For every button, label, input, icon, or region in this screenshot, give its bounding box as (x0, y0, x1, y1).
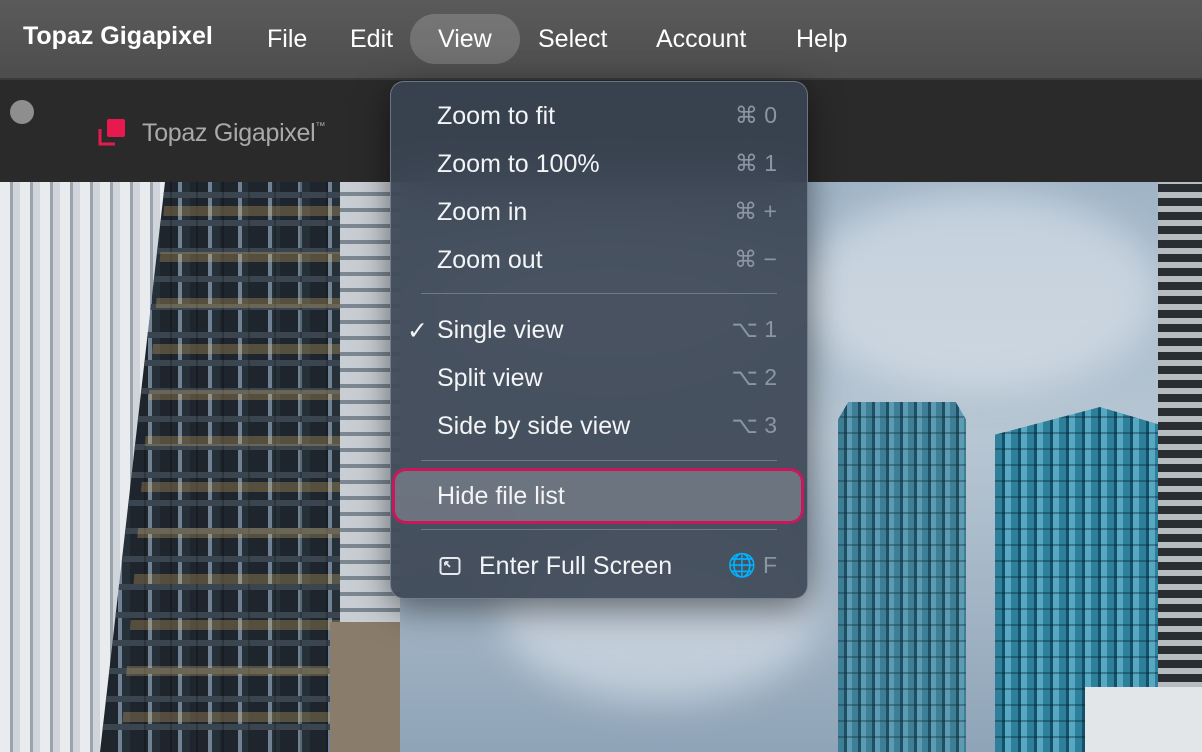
menu-edit[interactable]: Edit (322, 14, 421, 64)
menu-item-hide-file-list[interactable]: Hide file list (395, 471, 801, 521)
window-close-button[interactable] (10, 100, 34, 124)
shortcut-label: ⌥ 1 (731, 316, 777, 342)
menu-help[interactable]: Help (768, 14, 875, 64)
menu-item-side-by-side-view[interactable]: Side by side view ⌥ 3 (391, 403, 807, 449)
menu-item-zoom-to-100[interactable]: Zoom to 100% ⌘ 1 (391, 141, 807, 187)
building-tan (330, 622, 400, 752)
building-low (1085, 687, 1202, 752)
menu-item-zoom-to-fit[interactable]: Zoom to fit ⌘ 0 (391, 93, 807, 139)
checkmark-icon: ✓ (407, 317, 428, 345)
shortcut-label: ⌘ 1 (734, 150, 777, 176)
menu-separator (421, 460, 777, 461)
menu-account[interactable]: Account (628, 14, 774, 64)
shortcut-label: ⌘ − (734, 246, 777, 272)
menu-separator (421, 529, 777, 530)
menu-item-zoom-out[interactable]: Zoom out ⌘ − (391, 237, 807, 283)
menu-item-split-view[interactable]: Split view ⌥ 2 (391, 355, 807, 401)
building-edge-right (1158, 182, 1202, 752)
building-glass-left (838, 402, 966, 752)
menu-item-enter-full-screen[interactable]: Enter Full Screen 🌐 F (391, 543, 807, 589)
menu-bar: Topaz Gigapixel File Edit View Select Ac… (0, 0, 1202, 80)
shortcut-label: 🌐 F (727, 552, 777, 578)
menubar-app-name[interactable]: Topaz Gigapixel (23, 22, 213, 51)
menu-view[interactable]: View (410, 14, 520, 64)
shortcut-label: ⌥ 2 (731, 364, 777, 390)
topaz-logo-icon (98, 119, 125, 146)
menu-separator (421, 293, 777, 294)
menu-item-single-view[interactable]: ✓ Single view ⌥ 1 (391, 307, 807, 353)
menu-file[interactable]: File (239, 14, 335, 64)
view-menu-dropdown: Zoom to fit ⌘ 0 Zoom to 100% ⌘ 1 Zoom in… (390, 81, 808, 599)
shortcut-label: ⌘ 0 (734, 102, 777, 128)
shortcut-label: ⌥ 3 (731, 412, 777, 438)
menu-item-zoom-in[interactable]: Zoom in ⌘ + (391, 189, 807, 235)
shortcut-label: ⌘ + (734, 198, 777, 224)
fullscreen-icon (439, 557, 461, 575)
menu-select[interactable]: Select (510, 14, 635, 64)
app-logo-text: Topaz Gigapixel™ (142, 119, 326, 147)
